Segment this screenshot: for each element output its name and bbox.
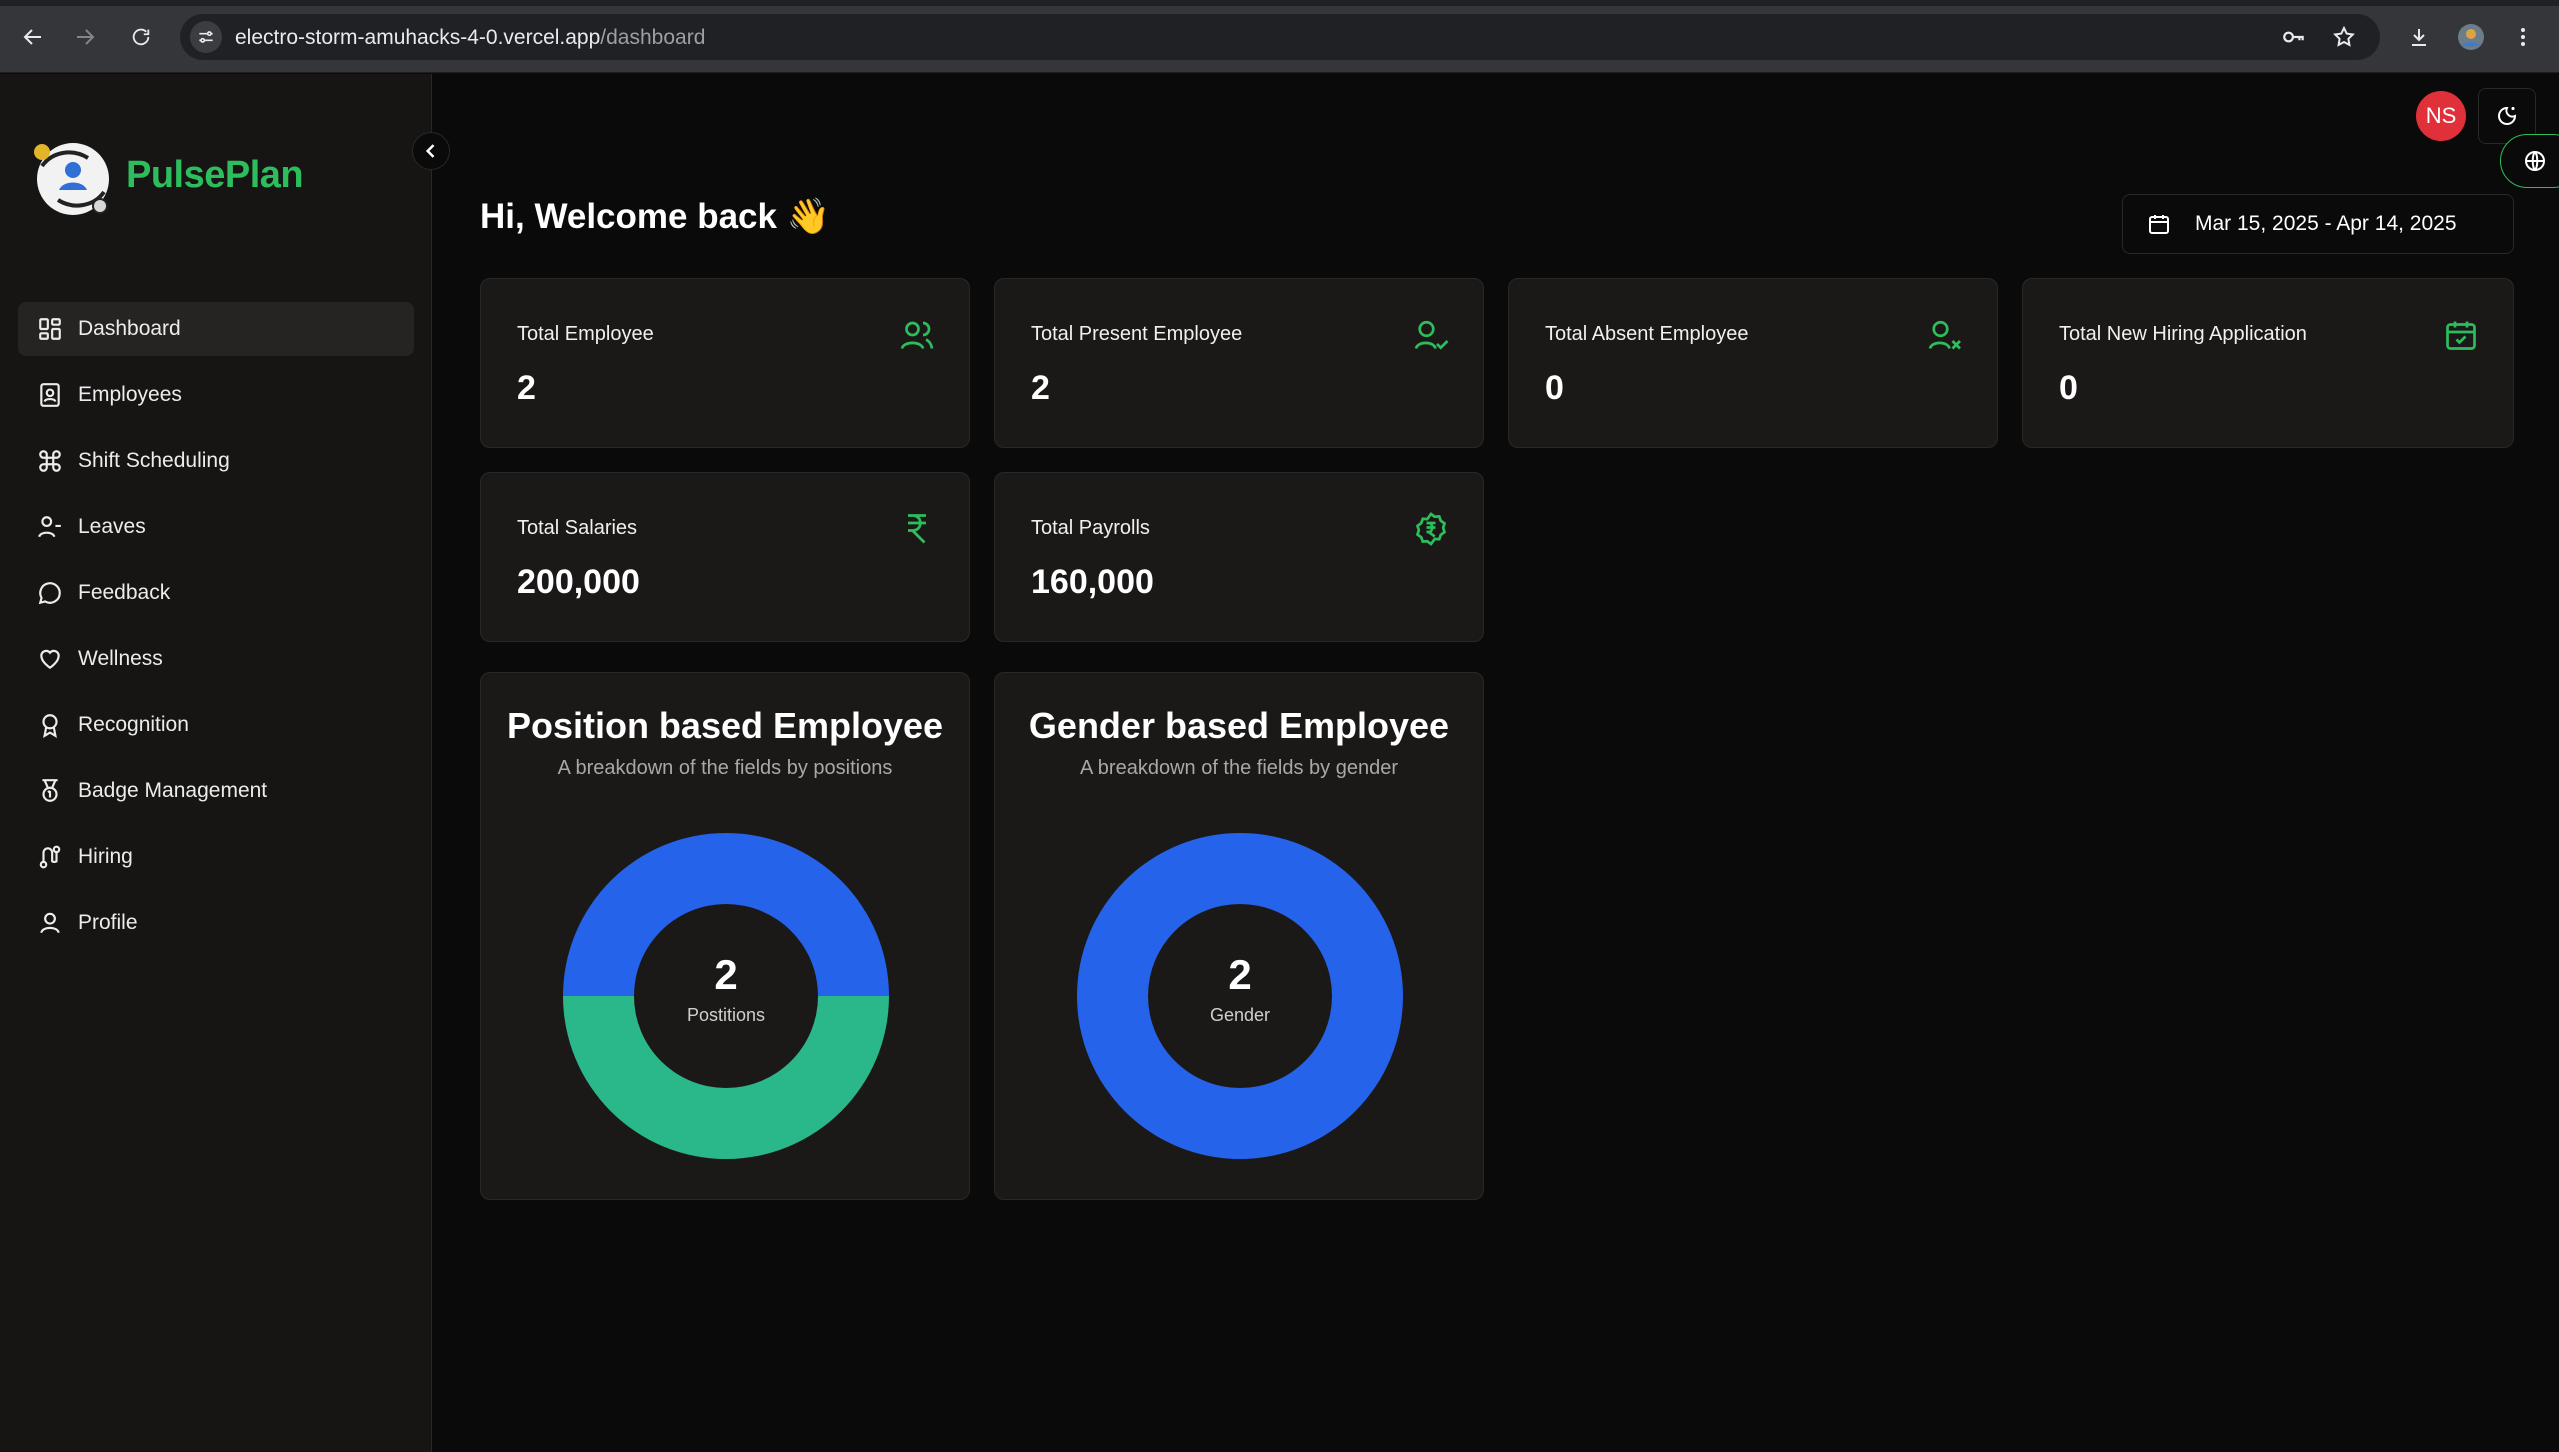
stat-card-total-absent-employee: Total Absent Employee 0 (1508, 278, 1998, 448)
gender-chart-card: Gender based Employee A breakdown of the… (994, 672, 1484, 1200)
donut-center-value: 2 (1228, 951, 1251, 998)
calendar-icon (2149, 215, 2169, 234)
sidebar-item-label: Profile (78, 911, 138, 934)
stat-label: Total New Hiring Application (2059, 323, 2307, 345)
sidebar-item-label: Dashboard (78, 317, 181, 340)
chart-title: Gender based Employee (1028, 705, 1450, 746)
avatar[interactable]: NS (2416, 91, 2466, 141)
sidebar-item-label: Wellness (78, 647, 163, 670)
user-x-icon (1928, 320, 1961, 350)
page-title: Hi, Welcome back 👋 (480, 197, 831, 236)
command-icon (36, 447, 64, 475)
date-range-text: Mar 15, 2025 - Apr 14, 2025 (2195, 212, 2457, 235)
arrow-right-icon (77, 29, 95, 45)
more-vertical-icon (2521, 28, 2525, 46)
sidebar-item-hiring[interactable]: Hiring (18, 830, 414, 884)
gender-donut-chart: 2 Gender (1077, 833, 1403, 1159)
bookmark-star-icon[interactable] (2330, 23, 2358, 51)
url-text: electro-storm-amuhacks-4-0.vercel.app/da… (235, 26, 706, 49)
sidebar-nav: Dashboard Employees Shift Scheduling Lea… (18, 302, 414, 962)
sidebar-item-shift-scheduling[interactable]: Shift Scheduling (18, 434, 414, 488)
user-minus-icon (36, 513, 64, 541)
sidebar-item-label: Feedback (78, 581, 171, 604)
stat-label: Total Present Employee (1031, 323, 1243, 345)
downloads-button[interactable] (2404, 22, 2434, 52)
stat-label: Total Absent Employee (1545, 323, 1749, 345)
sidebar-item-badge-management[interactable]: Badge Management (18, 764, 414, 818)
rupee-badge-icon (1415, 512, 1447, 546)
heart-icon (36, 645, 64, 673)
chart-title: Position based Employee (506, 705, 944, 746)
reload-button[interactable] (126, 22, 156, 52)
sidebar-item-recognition[interactable]: Recognition (18, 698, 414, 752)
download-icon (2412, 29, 2426, 46)
brand-name: PulsePlan (126, 154, 304, 196)
stat-value: 200,000 (517, 563, 640, 601)
collapse-sidebar-button[interactable] (412, 132, 450, 170)
calendar-check-icon (2446, 321, 2476, 350)
language-button[interactable] (2500, 134, 2559, 188)
donut-center-label: Postitions (687, 1005, 765, 1025)
sidebar-item-wellness[interactable]: Wellness (18, 632, 414, 686)
stat-card-total-payrolls: Total Payrolls 160,000 (994, 472, 1484, 642)
medal-icon (36, 777, 64, 805)
tab-strip (0, 0, 2559, 6)
donut-center-label: Gender (1210, 1005, 1270, 1025)
sidebar-item-label: Leaves (78, 515, 146, 538)
sidebar-item-profile[interactable]: Profile (18, 896, 414, 950)
stat-card-total-salaries: Total Salaries 200,000 (480, 472, 970, 642)
reload-icon (132, 28, 150, 46)
employees-icon (36, 381, 64, 409)
stat-label: Total Salaries (517, 517, 638, 539)
browser-toolbar: electro-storm-amuhacks-4-0.vercel.app/da… (0, 0, 2559, 73)
stat-value: 0 (1545, 369, 1564, 407)
chart-subtitle: A breakdown of the fields by positions (557, 757, 893, 779)
rupee-icon (908, 514, 926, 544)
stat-value: 2 (1031, 369, 1050, 407)
sidebar-item-employees[interactable]: Employees (18, 368, 414, 422)
chart-subtitle: A breakdown of the fields by gender (1080, 757, 1398, 779)
stat-value: 0 (2059, 369, 2078, 407)
sidebar-item-label: Badge Management (78, 779, 268, 802)
profile-avatar-icon (2458, 24, 2484, 50)
forward-button[interactable] (70, 22, 100, 52)
sidebar-item-label: Recognition (78, 713, 189, 736)
message-circle-icon (36, 579, 64, 607)
date-range-picker[interactable]: Mar 15, 2025 - Apr 14, 2025 (2122, 194, 2514, 254)
stat-card-total-employee: Total Employee 2 (480, 278, 970, 448)
stat-card-total-present-employee: Total Present Employee 2 (994, 278, 1484, 448)
globe-icon (2525, 151, 2545, 171)
stat-label: Total Employee (517, 323, 654, 345)
stat-value: 2 (517, 369, 536, 407)
pulseplan-logo (28, 134, 118, 224)
position-chart-card: Position based Employee A breakdown of t… (480, 672, 970, 1200)
arrow-left-icon (23, 29, 41, 45)
password-key-icon[interactable] (2280, 23, 2308, 51)
sidebar-item-feedback[interactable]: Feedback (18, 566, 414, 620)
sidebar: PulsePlan Dashboard Employees Shift Sche… (0, 74, 432, 1452)
address-bar[interactable]: electro-storm-amuhacks-4-0.vercel.app/da… (180, 14, 2380, 60)
sidebar-item-label: Hiring (78, 845, 133, 868)
route-icon (36, 843, 64, 871)
sidebar-item-label: Employees (78, 383, 182, 406)
sidebar-item-dashboard[interactable]: Dashboard (18, 302, 414, 356)
users-icon (900, 321, 934, 350)
sidebar-item-label: Shift Scheduling (78, 449, 230, 472)
user-check-icon (1414, 320, 1449, 350)
donut-center-value: 2 (714, 951, 737, 998)
dashboard-icon (36, 315, 64, 343)
user-icon (36, 909, 64, 937)
chevron-left-icon (425, 144, 435, 158)
award-icon (36, 711, 64, 739)
theme-icon (2498, 106, 2517, 125)
stat-card-total-new-hiring-application: Total New Hiring Application 0 (2022, 278, 2514, 448)
profile-button[interactable] (2456, 22, 2486, 52)
stat-label: Total Payrolls (1031, 517, 1150, 539)
sidebar-item-leaves[interactable]: Leaves (18, 500, 414, 554)
menu-button[interactable] (2508, 22, 2538, 52)
stat-value: 160,000 (1031, 563, 1154, 601)
site-info-icon[interactable] (190, 21, 222, 53)
back-button[interactable] (18, 22, 48, 52)
position-donut-chart: 2 Postitions (563, 833, 889, 1159)
